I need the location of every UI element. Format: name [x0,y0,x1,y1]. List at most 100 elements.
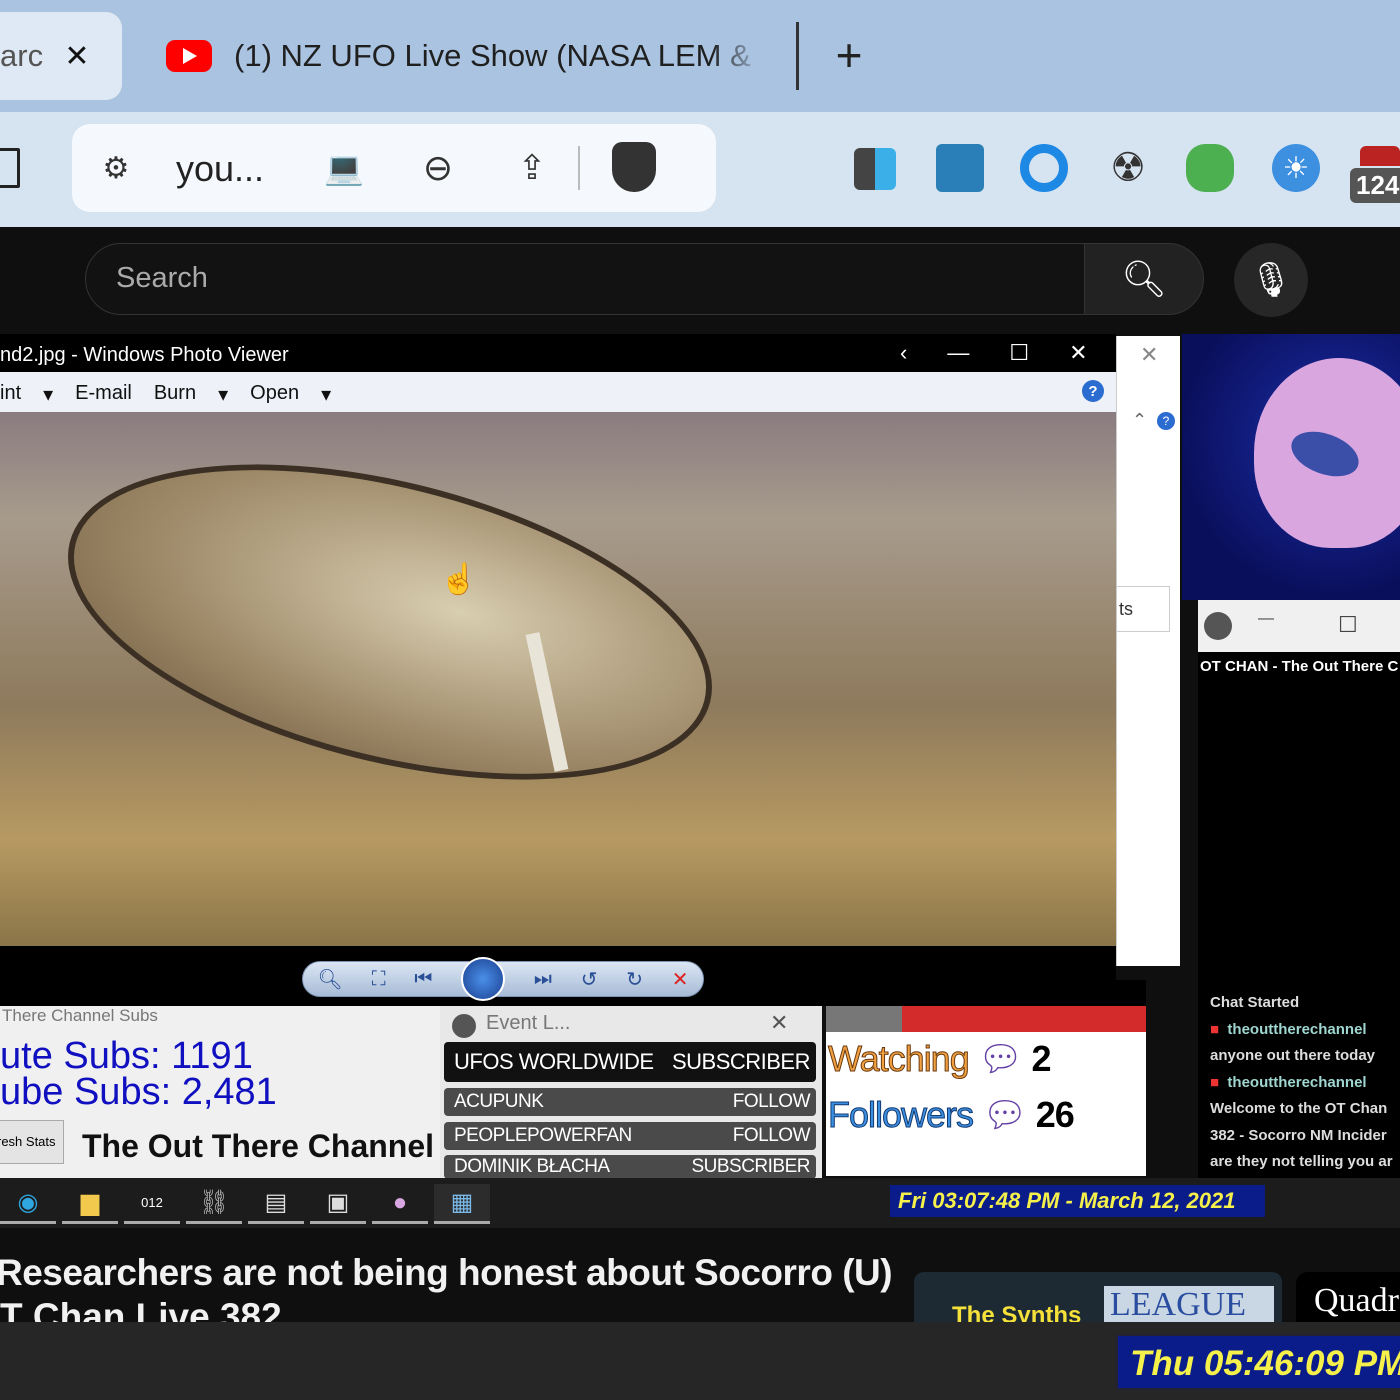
chat-line: anyone out there today [1210,1043,1393,1070]
next-icon[interactable]: ⏭ [534,968,552,991]
video-subtitle: T Chan Live 382 [0,1300,880,1322]
install-app-icon[interactable]: 💻 [320,146,368,190]
event-app-icon [452,1014,476,1038]
thumb-logo: LEAGUE [1104,1286,1274,1322]
new-tab-button[interactable]: + [826,30,872,80]
hand-cursor-icon: ☝ [440,562,477,597]
close-button[interactable]: ✕ [770,1010,788,1036]
menu-email[interactable]: E-mail [75,382,132,407]
chevron-up-icon[interactable]: ⌃ [1132,410,1147,431]
counter-app-icon[interactable]: 012 [124,1184,180,1224]
event-list-title: Event L... [440,1006,822,1046]
event-name: UFOS WORLDWIDE [454,1049,654,1075]
event-type: SUBSCRIBER [691,1156,810,1178]
voice-search-button[interactable]: 🎙︎ [1234,243,1308,317]
refresh-stats-button[interactable]: resh Stats [0,1120,64,1164]
subs-window-title: There Channel Subs [0,1006,440,1028]
event-row: DOMINIK BŁACHA SUBSCRIBER [444,1155,816,1179]
actual-size-icon[interactable]: ⛶ [372,968,386,991]
video-subtitle-clip: T Chan Live 382 [0,1300,880,1322]
previous-icon[interactable]: ⏮ [414,968,432,991]
watching-count: 2 [1031,1038,1050,1079]
side-text: ts [1116,586,1170,632]
menu-burn[interactable]: Burn [154,382,196,407]
photo-viewer-menu: int▾ E-mail Burn▾ Open▾ ? [0,372,1116,412]
extension-badge: 124 [1350,168,1400,203]
extension-icon[interactable] [1360,146,1400,166]
chat-line: Welcome to the OT Chan [1210,1096,1393,1123]
edge-icon[interactable]: ◉ [0,1184,56,1224]
event-type: FOLLOW [733,1125,810,1147]
extension-sun-icon[interactable]: ☀ [1272,144,1320,192]
alien-app-icon[interactable]: ● [372,1184,428,1224]
close-button[interactable]: ✕ [1069,340,1087,366]
search-input[interactable]: Search [85,243,1085,315]
chat-user: theouttherechannel [1227,1074,1366,1091]
subs-window: There Channel Subs ute Subs: 1191 ube Su… [0,1006,440,1178]
tab-label: arc [0,38,43,74]
zoom-out-icon[interactable]: ⊖ [414,144,462,192]
event-row: UFOS WORLDWIDE SUBSCRIBER [444,1042,816,1082]
extension-sync-icon[interactable] [1020,144,1068,192]
menu-open[interactable]: Open [250,382,299,407]
tab-divider [796,22,799,90]
zoom-icon[interactable]: 🔍︎ [317,967,342,992]
bookmark-icon[interactable] [0,148,20,188]
chat-user: theouttherechannel [1227,1021,1366,1038]
youtube-subs: ube Subs: 2,481 [0,1074,440,1110]
recommended-thumbnail[interactable]: Quadr [1296,1272,1400,1322]
tab-youtube[interactable]: (1) NZ UFO Live Show (NASA LEM & [234,38,764,74]
file-explorer-icon[interactable]: ▆ [62,1184,118,1224]
followers-label: Followers [828,1094,973,1135]
thumb-text: The Synths [952,1302,1081,1322]
event-row: PEOPLEPOWERFAN FOLLOW [444,1122,816,1150]
extension-radiation-icon[interactable]: ☢ [1104,144,1152,192]
stream-clock: Fri 03:07:48 PM - March 12, 2021 [890,1185,1265,1217]
video-title: Researchers are not being honest about S… [0,1252,892,1294]
extension-robot-icon[interactable] [936,144,984,192]
minimize-button[interactable]: — [947,340,969,366]
menu-print[interactable]: int [0,382,21,407]
slideshow-button[interactable] [461,957,505,1001]
chain-app-icon[interactable]: ⛓ [186,1184,242,1224]
minimize-button[interactable]: — [1258,610,1274,628]
divider [578,146,580,190]
address-text[interactable]: you... [176,148,264,190]
chat-window-title: OT CHAN - The Out There C [1198,652,1400,675]
chat-line: are they not telling you ar [1210,1149,1393,1176]
media-app-icon[interactable]: ▣ [310,1184,366,1224]
extensions-icon[interactable] [854,148,896,190]
chat-messages: Chat Started ■ theouttherechannel anyone… [1210,990,1393,1176]
extension-frog-icon[interactable] [1186,144,1234,192]
followers-count: 26 [1036,1094,1074,1135]
side-close-icon[interactable]: ✕ [1140,342,1158,368]
maximize-button[interactable]: ☐ [1009,340,1029,366]
event-name: PEOPLEPOWERFAN [454,1125,632,1147]
twitch-stats-window: Watching 💬︎ 2 Followers 💬︎ 26 [826,1032,1146,1176]
window-app-icon[interactable]: ▤ [248,1184,304,1224]
event-name: ACUPUNK [454,1091,543,1113]
event-name: DOMINIK BŁACHA [454,1156,610,1178]
recommended-thumbnail[interactable]: The Synths LEAGUE [914,1272,1282,1322]
search-button[interactable]: 🔍︎ [1084,243,1204,315]
delete-icon[interactable]: ✕ [672,967,689,992]
brave-shield-icon[interactable] [612,142,656,192]
event-type: SUBSCRIBER [672,1049,810,1075]
photo-viewer-taskbar-icon[interactable]: ▦ [434,1184,490,1224]
youtube-favicon-icon [166,40,212,72]
search-icon: 🔍︎ [1121,258,1167,300]
site-settings-icon[interactable]: ⚙ [96,146,136,190]
chat-window: OT CHAN - The Out There C Chat Started ■… [1198,652,1400,1178]
help-icon[interactable]: ? [1082,380,1104,402]
rotate-left-icon[interactable]: ↺ [581,967,598,992]
rotate-right-icon[interactable]: ↻ [626,967,643,992]
help-icon[interactable]: ? [1157,412,1175,430]
maximize-button[interactable]: ☐ [1338,612,1358,638]
back-icon[interactable]: ‹ [900,340,907,366]
photo-viewer-navbar: 🔍︎ ⛶ ⏮ ⏭ ↺ ↻ ✕ [302,961,704,997]
share-icon[interactable]: ⇪ [508,144,556,192]
side-window [1116,336,1180,966]
tab-close-icon[interactable]: ✕ [60,36,94,76]
twitch-icon: 💬︎ [982,1094,1027,1135]
chat-line: 382 - Socorro NM Incider [1210,1123,1393,1150]
